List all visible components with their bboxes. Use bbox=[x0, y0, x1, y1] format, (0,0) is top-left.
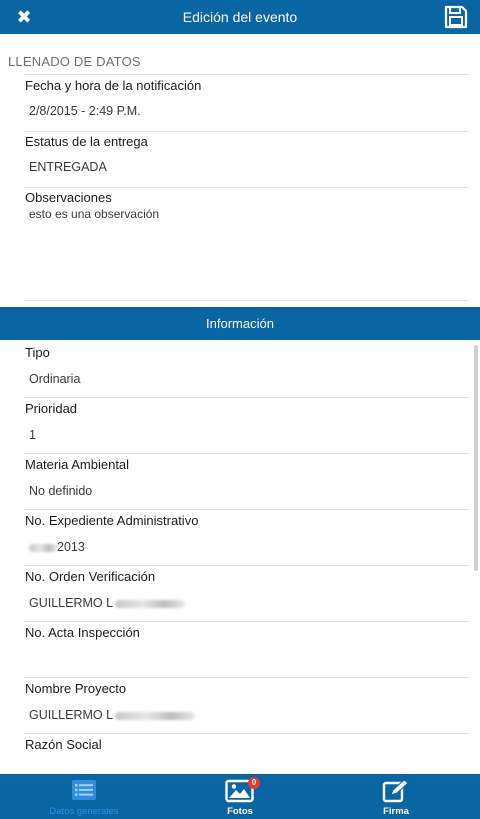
divider bbox=[24, 677, 468, 678]
divider bbox=[24, 74, 468, 75]
tab-firma[interactable]: Firma bbox=[316, 774, 476, 819]
redacted-text bbox=[115, 711, 196, 720]
info-label-proyecto: Nombre Proyecto bbox=[25, 681, 127, 696]
field-label-fecha: Fecha y hora de la notificación bbox=[25, 78, 202, 93]
info-value-expediente: 2013 bbox=[29, 540, 85, 554]
tab-label: Datos generales bbox=[49, 806, 119, 817]
divider bbox=[24, 131, 468, 132]
info-value-proyecto: GUILLERMO L bbox=[29, 708, 196, 722]
info-value-prioridad: 1 bbox=[29, 428, 36, 442]
scrollbar[interactable] bbox=[474, 345, 478, 571]
save-icon[interactable] bbox=[443, 4, 469, 30]
field-value-estatus[interactable]: ENTREGADA bbox=[29, 160, 107, 174]
redacted-text bbox=[115, 599, 186, 608]
edit-icon bbox=[382, 779, 410, 808]
info-section-header: Información bbox=[0, 307, 480, 340]
divider bbox=[24, 565, 468, 566]
expediente-year: 2013 bbox=[57, 540, 85, 554]
tab-fotos[interactable]: 0 Fotos bbox=[160, 774, 320, 819]
info-label-materia: Materia Ambiental bbox=[25, 457, 130, 472]
orden-name: GUILLERMO L bbox=[29, 596, 114, 610]
observaciones-textarea[interactable]: esto es una observación bbox=[29, 207, 159, 221]
divider bbox=[24, 187, 468, 188]
top-app-bar: ✖ Edición del evento bbox=[0, 0, 480, 34]
proyecto-name: GUILLERMO L bbox=[29, 708, 114, 722]
info-label-orden: No. Orden Verificación bbox=[25, 569, 156, 584]
info-label-prioridad: Prioridad bbox=[25, 401, 78, 416]
tab-label: Firma bbox=[383, 806, 409, 817]
info-label-razon: Razón Social bbox=[25, 737, 102, 752]
info-label-expediente: No. Expediente Administrativo bbox=[25, 513, 199, 528]
list-icon bbox=[71, 779, 97, 806]
divider bbox=[24, 509, 468, 510]
field-label-observaciones: Observaciones bbox=[25, 190, 112, 205]
section-label: LLENADO DE DATOS bbox=[8, 54, 141, 69]
page-title: Edición del evento bbox=[182, 9, 298, 25]
divider bbox=[24, 453, 468, 454]
notification-badge: 0 bbox=[248, 777, 260, 789]
field-label-estatus: Estatus de la entrega bbox=[25, 134, 148, 149]
tab-datos-generales[interactable]: Datos generales bbox=[4, 774, 164, 819]
info-value-orden: GUILLERMO L bbox=[29, 596, 186, 610]
info-value-materia: No definido bbox=[29, 484, 93, 498]
divider bbox=[24, 300, 468, 301]
info-value-tipo: Ordinaria bbox=[29, 372, 81, 386]
tab-label: Fotos bbox=[227, 806, 253, 817]
bottom-tab-bar: Datos generales 0 Fotos Firma bbox=[0, 774, 480, 819]
info-label-tipo: Tipo bbox=[25, 345, 50, 360]
info-label-acta: No. Acta Inspección bbox=[25, 625, 140, 640]
divider bbox=[24, 397, 468, 398]
redacted-text bbox=[29, 543, 57, 552]
divider bbox=[24, 621, 468, 622]
field-value-fecha[interactable]: 2/8/2015 - 2:49 P.M. bbox=[29, 104, 141, 118]
divider bbox=[24, 733, 468, 734]
